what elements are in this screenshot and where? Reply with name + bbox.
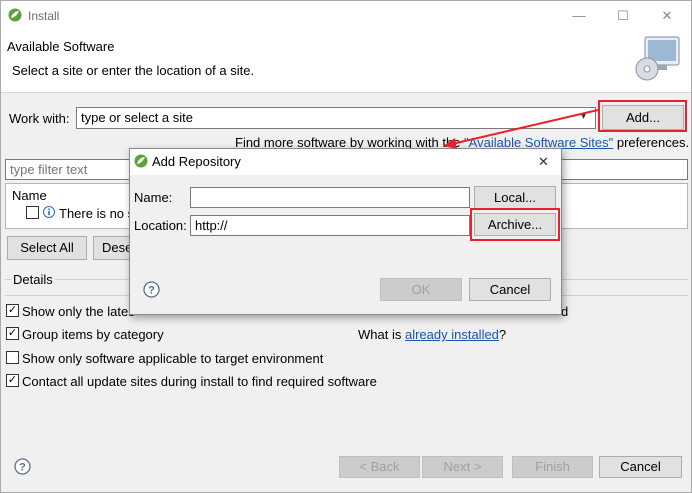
target-env-checkbox[interactable] [6,351,19,364]
details-label: Details [11,272,55,287]
close-button[interactable]: ✕ [649,5,685,27]
dialog-close-icon[interactable]: ✕ [538,154,549,170]
dialog-title-bar: Add Repository ✕ [130,149,561,175]
wizard-header: Available Software Select a site or ente… [1,31,691,93]
page-subtitle: Select a site or enter the location of a… [12,63,255,78]
select-all-button[interactable]: Select All [7,236,87,260]
cancel-button[interactable]: Cancel [599,456,682,478]
already-installed-link[interactable]: already installed [405,327,499,342]
finish-button[interactable]: Finish [512,456,593,478]
window-title: Install [28,9,60,23]
contact-sites-checkbox[interactable]: ✓ [6,374,19,387]
work-with-label: Work with: [9,111,70,126]
add-repository-dialog: Add Repository ✕ Name: Local... Location… [129,148,562,315]
maximize-button[interactable]: ☐ [605,5,641,27]
name-label: Name: [134,190,173,205]
location-value: http:// [195,218,228,233]
add-highlight [598,100,687,132]
back-button[interactable]: < Back [339,456,420,478]
install-cd-icon [635,36,680,81]
help-icon[interactable]: ? [14,458,31,475]
location-field[interactable]: http:// [190,215,470,236]
archive-highlight [470,208,560,241]
partial-right-text: d [561,304,569,319]
chevron-down-icon[interactable]: ▾ [581,111,586,122]
installed-prefix: What is [358,327,405,342]
local-button[interactable]: Local... [474,186,556,209]
contact-sites-label: Contact all update sites during install … [22,374,377,389]
tree-empty-text: There is no s [59,206,135,221]
work-with-value: type or select a site [81,110,193,125]
tree-column-name: Name [12,188,47,203]
group-by-category-checkbox[interactable]: ✓ [6,327,19,340]
name-field[interactable] [190,187,470,208]
eclipse-spring-icon [134,154,148,168]
dialog-cancel-button[interactable]: Cancel [469,278,551,301]
dialog-help-icon[interactable]: ? [143,281,160,298]
already-installed-text: What is already installed? [358,327,506,342]
installed-suffix: ? [498,327,507,342]
location-label: Location: [134,218,187,233]
svg-text:?: ? [148,285,155,297]
svg-text:?: ? [19,462,26,474]
eclipse-spring-icon [8,8,22,22]
target-env-label: Show only software applicable to target … [22,351,324,366]
find-more-suffix: preferences. [613,135,690,150]
dialog-title: Add Repository [152,154,241,169]
show-latest-label: Show only the lates [22,304,135,319]
next-button[interactable]: Next > [422,456,503,478]
show-latest-checkbox[interactable]: ✓ [6,304,19,317]
work-with-combo[interactable]: type or select a site [76,107,596,129]
info-icon [43,206,55,218]
title-bar: Install — ☐ ✕ [1,1,691,31]
ok-button[interactable]: OK [380,278,462,301]
tree-item-checkbox[interactable] [26,206,39,219]
minimize-button[interactable]: — [561,5,597,27]
page-title: Available Software [7,39,115,54]
group-by-category-label: Group items by category [22,327,164,342]
